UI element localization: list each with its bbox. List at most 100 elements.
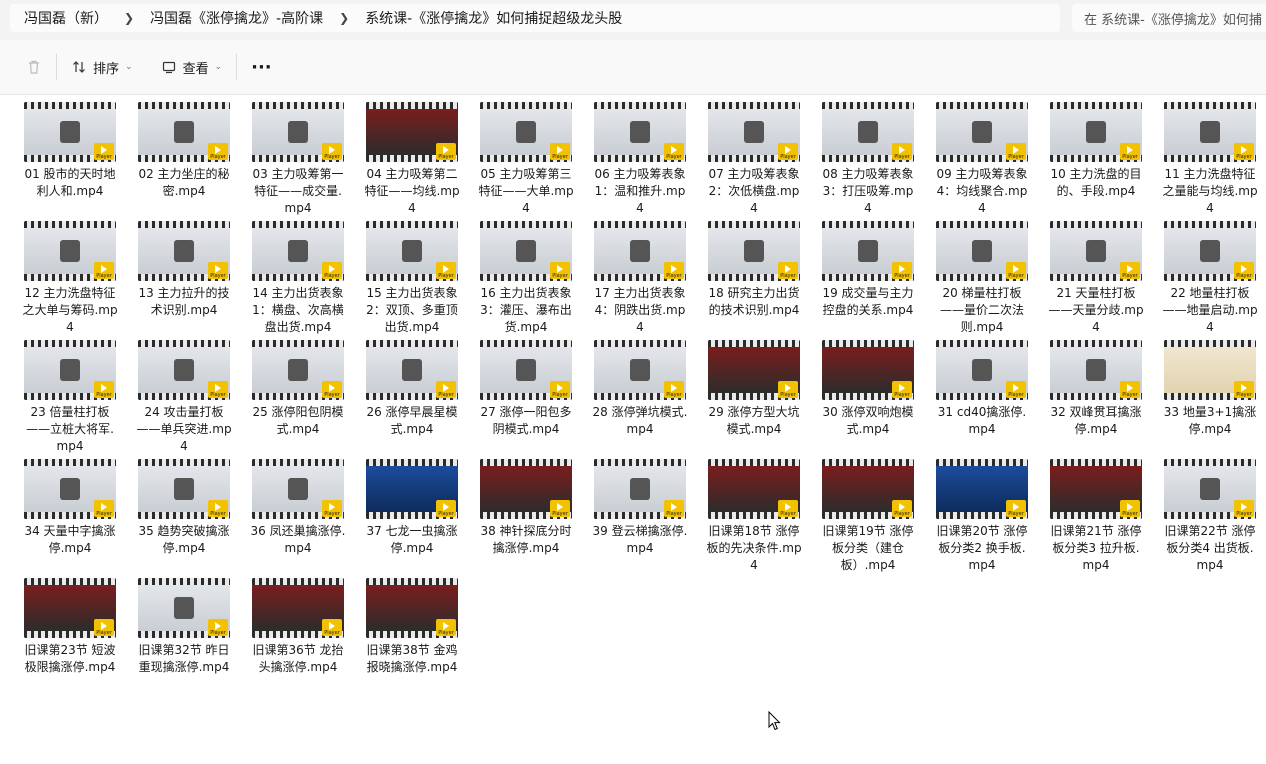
file-name: 旧课第19节 涨停板分类（建仓板）.mp4	[822, 524, 914, 572]
file-item[interactable]: Player 38 神针探底分时擒涨停.mp4	[476, 459, 576, 557]
file-item[interactable]: Player 09 主力吸筹表象4：均线聚合.mp4	[932, 102, 1032, 217]
file-item[interactable]: Player 04 主力吸筹第二特征——均线.mp4	[362, 102, 462, 217]
player-badge-icon: Player	[664, 381, 684, 398]
video-thumbnail: Player	[366, 221, 458, 281]
file-item[interactable]: Player 19 成交量与主力控盘的关系.mp4	[818, 221, 918, 319]
file-item[interactable]: Player 24 攻击量打板——单兵突进.mp4	[134, 340, 234, 455]
file-item[interactable]: Player 旧课第36节 龙抬头擒涨停.mp4	[248, 578, 348, 676]
player-badge-icon: Player	[322, 619, 342, 636]
file-name: 23 倍量柱打板——立桩大将军.mp4	[26, 405, 114, 453]
file-name: 旧课第38节 金鸡报晓擒涨停.mp4	[366, 643, 458, 674]
filmstrip-edge	[480, 340, 572, 347]
file-item[interactable]: Player 32 双峰贯耳擒涨停.mp4	[1046, 340, 1146, 438]
filmstrip-edge	[24, 578, 116, 585]
file-item[interactable]: Player 30 涨停双响炮模式.mp4	[818, 340, 918, 438]
file-item[interactable]: Player 16 主力出货表象3：灌压、瀑布出货.mp4	[476, 221, 576, 336]
file-item[interactable]: Player 旧课第38节 金鸡报晓擒涨停.mp4	[362, 578, 462, 676]
player-badge-icon: Player	[778, 500, 798, 517]
file-item[interactable]: Player 39 登云梯擒涨停.mp4	[590, 459, 690, 557]
file-item[interactable]: Player 旧课第22节 涨停板分类4 出货板.mp4	[1160, 459, 1260, 574]
file-item[interactable]: Player 26 涨停早晨星模式.mp4	[362, 340, 462, 438]
player-badge-icon: Player	[550, 500, 570, 517]
file-item[interactable]: Player 37 七龙一虫擒涨停.mp4	[362, 459, 462, 557]
file-name: 34 天量中字擒涨停.mp4	[24, 524, 116, 555]
view-button[interactable]: 查看 ⌄	[151, 52, 233, 83]
file-item[interactable]: Player 07 主力吸筹表象2：次低横盘.mp4	[704, 102, 804, 217]
file-item[interactable]: Player 13 主力拉升的技术识别.mp4	[134, 221, 234, 319]
chevron-right-icon[interactable]: ❯	[337, 11, 351, 25]
player-badge-icon: Player	[94, 262, 114, 279]
video-thumbnail: Player	[594, 340, 686, 400]
file-item[interactable]: Player 20 梯量柱打板——量价二次法则.mp4	[932, 221, 1032, 336]
search-input[interactable]: 在 系统课-《涨停擒龙》如何捕	[1072, 4, 1266, 32]
file-item[interactable]: Player 06 主力吸筹表象1：温和推升.mp4	[590, 102, 690, 217]
file-item[interactable]: Player 34 天量中字擒涨停.mp4	[20, 459, 120, 557]
filmstrip-edge	[708, 221, 800, 228]
file-name: 36 凤还巢擒涨停.mp4	[250, 524, 346, 555]
file-item[interactable]: Player 17 主力出货表象4：阴跌出货.mp4	[590, 221, 690, 336]
file-item[interactable]: Player 05 主力吸筹第三特征——大单.mp4	[476, 102, 576, 217]
file-item[interactable]: Player 23 倍量柱打板——立桩大将军.mp4	[20, 340, 120, 455]
file-item[interactable]: Player 15 主力出货表象2：双顶、多重顶出货.mp4	[362, 221, 462, 336]
file-item[interactable]: Player 旧课第23节 短波极限擒涨停.mp4	[20, 578, 120, 676]
filmstrip-edge	[708, 340, 800, 347]
filmstrip-edge	[1050, 102, 1142, 109]
thumbnail-object	[288, 121, 308, 143]
file-item[interactable]: Player 01 股市的天时地利人和.mp4	[20, 102, 120, 200]
file-item[interactable]: Player 33 地量3+1擒涨停.mp4	[1160, 340, 1260, 438]
file-item[interactable]: Player 14 主力出货表象1：横盘、次高横盘出货.mp4	[248, 221, 348, 336]
file-item[interactable]: Player 11 主力洗盘特征之量能与均线.mp4	[1160, 102, 1260, 217]
file-name: 26 涨停早晨星模式.mp4	[366, 405, 458, 436]
file-item[interactable]: Player 28 涨停弹坑模式.mp4	[590, 340, 690, 438]
file-item[interactable]: Player 旧课第32节 昨日重现擒涨停.mp4	[134, 578, 234, 676]
breadcrumb-item-current[interactable]: 系统课-《涨停擒龙》如何捕捉超级龙头股	[351, 8, 636, 28]
player-badge-icon: Player	[892, 262, 912, 279]
file-item[interactable]: Player 29 涨停方型大坑模式.mp4	[704, 340, 804, 438]
video-thumbnail: Player	[594, 102, 686, 162]
sort-button[interactable]: 排序 ⌄	[61, 52, 143, 83]
delete-button[interactable]	[16, 53, 52, 81]
filmstrip-edge	[480, 221, 572, 228]
thumbnail-object	[60, 478, 80, 500]
more-options-button[interactable]: ···	[241, 51, 282, 84]
filmstrip-edge	[252, 578, 344, 585]
file-name: 24 攻击量打板——单兵突进.mp4	[136, 405, 232, 453]
file-item[interactable]: Player 10 主力洗盘的目的、手段.mp4	[1046, 102, 1146, 200]
breadcrumb[interactable]: 冯国磊（新） ❯ 冯国磊《涨停擒龙》-高阶课 ❯ 系统课-《涨停擒龙》如何捕捉超…	[10, 4, 1060, 32]
chevron-down-icon: ⌄	[125, 62, 133, 72]
file-item[interactable]: Player 旧课第20节 涨停板分类2 换手板.mp4	[932, 459, 1032, 574]
player-badge-icon: Player	[94, 143, 114, 160]
video-thumbnail: Player	[1050, 221, 1142, 281]
breadcrumb-item-course[interactable]: 冯国磊《涨停擒龙》-高阶课	[136, 8, 337, 28]
file-item[interactable]: Player 36 凤还巢擒涨停.mp4	[248, 459, 348, 557]
file-item[interactable]: Player 旧课第18节 涨停板的先决条件.mp4	[704, 459, 804, 574]
chevron-right-icon[interactable]: ❯	[122, 11, 136, 25]
video-thumbnail: Player	[936, 340, 1028, 400]
file-item[interactable]: Player 18 研究主力出货的技术识别.mp4	[704, 221, 804, 319]
trash-icon	[29, 60, 39, 74]
file-item[interactable]: Player 02 主力坐庄的秘密.mp4	[134, 102, 234, 200]
file-item[interactable]: Player 31 cd40擒涨停.mp4	[932, 340, 1032, 438]
video-thumbnail: Player	[1164, 340, 1256, 400]
thumbnail-object	[1086, 359, 1106, 381]
file-item[interactable]: Player 旧课第21节 涨停板分类3 拉升板.mp4	[1046, 459, 1146, 574]
video-thumbnail: Player	[252, 459, 344, 519]
file-name: 17 主力出货表象4：阴跌出货.mp4	[594, 286, 686, 334]
file-item[interactable]: Player 27 涨停一阳包多阴模式.mp4	[476, 340, 576, 438]
player-badge-icon: Player	[1234, 143, 1254, 160]
player-badge-icon: Player	[94, 619, 114, 636]
video-thumbnail: Player	[1050, 102, 1142, 162]
file-item[interactable]: Player 12 主力洗盘特征之大单与筹码.mp4	[20, 221, 120, 336]
breadcrumb-item-root[interactable]: 冯国磊（新）	[10, 8, 122, 28]
file-item[interactable]: Player 08 主力吸筹表象3：打压吸筹.mp4	[818, 102, 918, 217]
file-item[interactable]: Player 25 涨停阳包阴模式.mp4	[248, 340, 348, 438]
file-item[interactable]: Player 03 主力吸筹第一特征——成交量.mp4	[248, 102, 348, 217]
file-name: 旧课第22节 涨停板分类4 出货板.mp4	[1164, 524, 1256, 572]
thumbnail-object	[630, 359, 650, 381]
filmstrip-edge	[822, 459, 914, 466]
file-item[interactable]: Player 22 地量柱打板——地量启动.mp4	[1160, 221, 1260, 336]
file-item[interactable]: Player 21 天量柱打板——天量分歧.mp4	[1046, 221, 1146, 336]
file-item[interactable]: Player 旧课第19节 涨停板分类（建仓板）.mp4	[818, 459, 918, 574]
file-item[interactable]: Player 35 趋势突破擒涨停.mp4	[134, 459, 234, 557]
filmstrip-edge	[24, 459, 116, 466]
